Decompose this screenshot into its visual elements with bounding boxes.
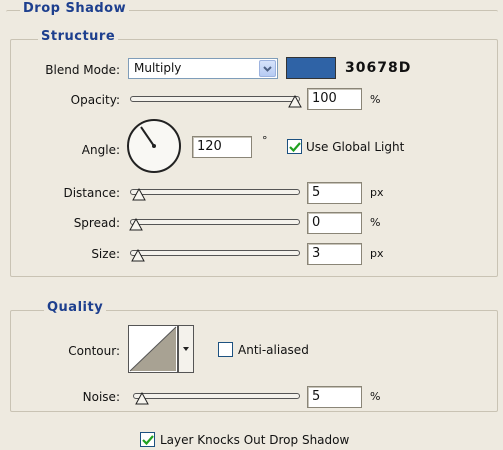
spread-slider[interactable] bbox=[130, 219, 300, 225]
noise-slider-thumb-icon[interactable] bbox=[135, 391, 149, 409]
noise-slider[interactable] bbox=[133, 393, 300, 399]
checkmark-icon bbox=[142, 435, 154, 446]
noise-unit: % bbox=[370, 390, 381, 403]
contour-picker[interactable] bbox=[128, 325, 178, 373]
layer-knocks-out-label[interactable]: Layer Knocks Out Drop Shadow bbox=[160, 433, 349, 447]
structure-title: Structure bbox=[38, 29, 119, 44]
angle-label: Angle: bbox=[81, 143, 120, 157]
distance-label: Distance: bbox=[63, 186, 120, 200]
noise-input[interactable]: 5 bbox=[307, 386, 362, 408]
anti-aliased-label[interactable]: Anti-aliased bbox=[238, 343, 309, 357]
layer-knocks-out-checkbox[interactable] bbox=[140, 432, 155, 447]
size-label: Size: bbox=[91, 247, 120, 261]
opacity-label: Opacity: bbox=[70, 93, 120, 107]
size-unit: px bbox=[370, 247, 384, 260]
size-slider[interactable] bbox=[130, 250, 300, 256]
angle-dial[interactable] bbox=[125, 117, 183, 178]
use-global-light-checkbox[interactable] bbox=[287, 139, 302, 154]
angle-unit: ° bbox=[262, 134, 268, 147]
opacity-slider[interactable] bbox=[130, 96, 300, 102]
contour-dropdown-button[interactable] bbox=[178, 325, 194, 373]
contour-preview-icon bbox=[129, 326, 177, 372]
spread-input[interactable]: 0 bbox=[307, 212, 362, 234]
use-global-light-label[interactable]: Use Global Light bbox=[306, 140, 404, 154]
drop-shadow-title: Drop Shadow bbox=[20, 1, 130, 16]
size-slider-thumb-icon[interactable] bbox=[131, 248, 145, 266]
blend-mode-label: Blend Mode: bbox=[45, 63, 120, 77]
shadow-color-swatch[interactable] bbox=[286, 57, 336, 79]
chevron-down-icon[interactable] bbox=[259, 60, 276, 77]
spread-label: Spread: bbox=[73, 216, 120, 230]
distance-unit: px bbox=[370, 186, 384, 199]
opacity-input[interactable]: 100 bbox=[307, 88, 362, 110]
spread-slider-thumb-icon[interactable] bbox=[129, 217, 143, 235]
blend-mode-select[interactable]: Multiply bbox=[128, 58, 278, 79]
blend-mode-value: Multiply bbox=[134, 61, 182, 75]
quality-title: Quality bbox=[44, 300, 107, 315]
shadow-color-hex: 30678D bbox=[345, 60, 412, 76]
anti-aliased-checkbox[interactable] bbox=[218, 342, 233, 357]
distance-input[interactable]: 5 bbox=[307, 182, 362, 204]
spread-unit: % bbox=[370, 216, 381, 229]
opacity-slider-thumb-icon[interactable] bbox=[288, 94, 302, 112]
contour-label: Contour: bbox=[68, 344, 120, 358]
noise-label: Noise: bbox=[82, 390, 120, 404]
size-input[interactable]: 3 bbox=[307, 243, 362, 265]
chevron-down-icon bbox=[183, 347, 189, 351]
opacity-unit: % bbox=[370, 93, 381, 106]
distance-slider[interactable] bbox=[130, 189, 300, 195]
angle-input[interactable]: 120 bbox=[192, 136, 252, 158]
distance-slider-thumb-icon[interactable] bbox=[132, 187, 146, 205]
checkmark-icon bbox=[289, 142, 301, 153]
